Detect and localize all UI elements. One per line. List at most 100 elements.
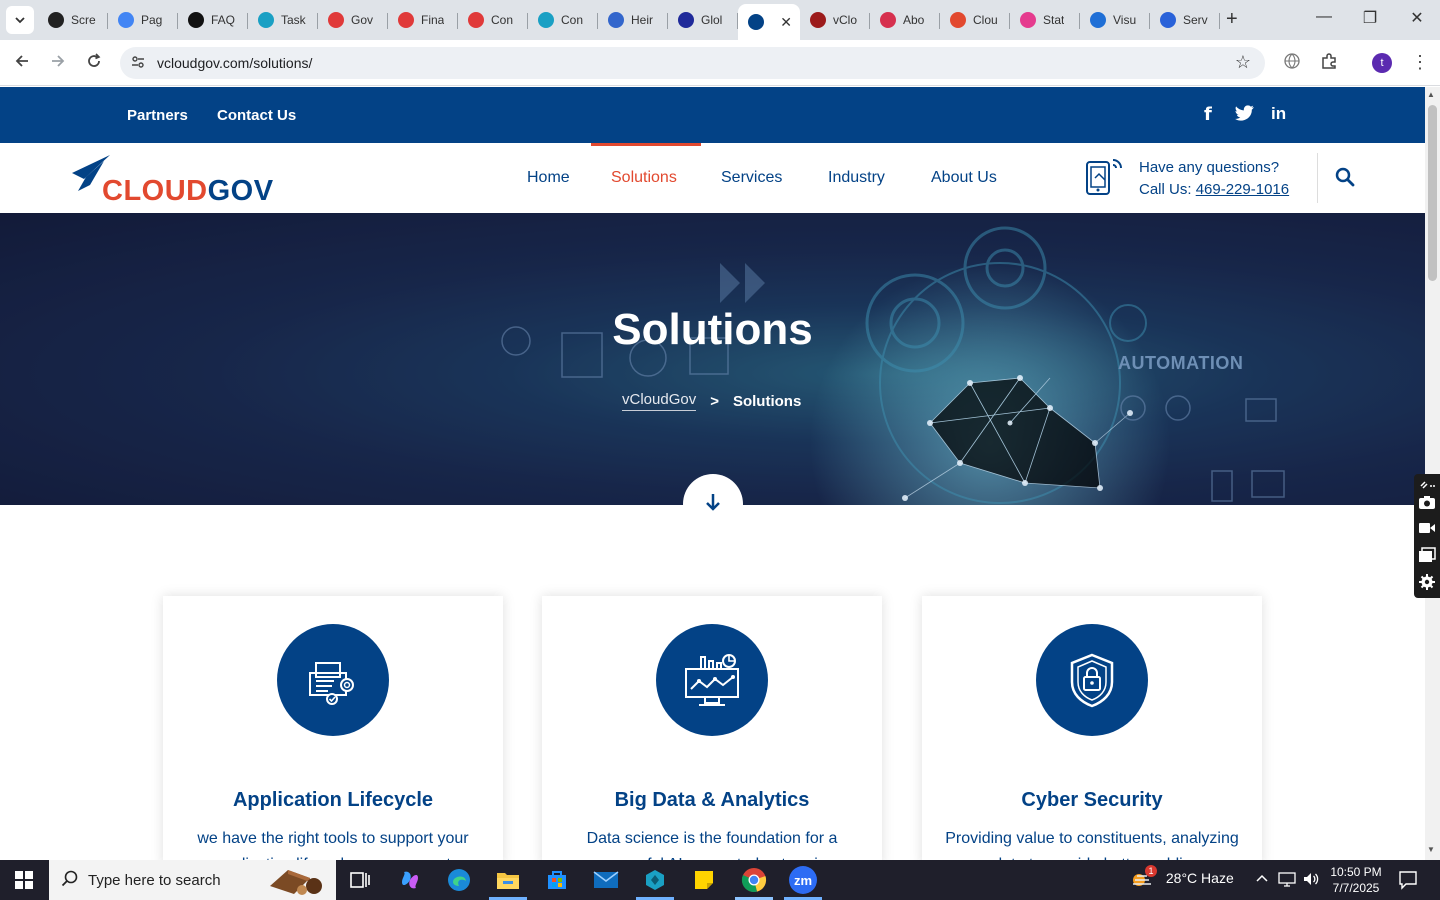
browser-tab[interactable]: Pag [108,4,178,36]
nav-services[interactable]: Services [721,169,782,187]
video-icon[interactable] [1418,520,1436,536]
sticky-notes-icon[interactable] [690,866,718,894]
tab-favicon-icon [748,14,764,30]
tab-favicon-icon [538,12,554,28]
browser-tab[interactable]: vClo [800,4,870,36]
card-title: Big Data & Analytics [614,789,810,811]
browser-tab[interactable]: Con [458,4,528,36]
zoom-app-icon[interactable]: zm [789,866,817,894]
solution-card-cyber-security[interactable]: Cyber Security Providing value to consti… [922,596,1262,873]
search-icon[interactable] [1335,167,1355,187]
twitter-icon[interactable] [1235,104,1255,127]
nav-solutions[interactable]: Solutions [611,169,677,187]
nav-home[interactable]: Home [527,169,570,187]
clock-time: 10:50 PM [1330,865,1382,879]
browser-tab[interactable]: Gov [318,4,388,36]
start-button[interactable] [0,860,48,900]
new-tab-button[interactable]: + [1226,8,1238,31]
system-clock[interactable]: 10:50 PM 7/7/2025 [1330,864,1382,896]
link-icon[interactable] [1418,478,1436,494]
card-title: Application Lifecycle [232,789,434,811]
microsoft-store-icon[interactable] [543,866,571,894]
tab-strip: Scre Pag FAQ Task Gov Fina Con Con Heir Glol ✕ vClo… [0,0,1440,40]
tab-label: Fina [421,13,445,27]
gear-icon[interactable] [1418,574,1436,590]
partners-link[interactable]: Partners [127,107,188,124]
file-explorer-icon[interactable] [494,866,522,894]
browser-tab[interactable]: Stat [1010,4,1080,36]
scroll-down-arrow[interactable]: ▼ [1427,845,1435,854]
browser-tab[interactable]: Task [248,4,318,36]
window-capture-icon[interactable] [1418,547,1436,563]
weather-widget[interactable]: 1 28°C Haze [1131,865,1234,887]
solution-card-application-lifecycle[interactable]: Application Lifecycle we have the right … [163,596,503,873]
tab-favicon-icon [1090,12,1106,28]
scroll-down-button[interactable] [683,474,743,534]
translate-icon[interactable] [1283,52,1301,75]
contact-us-link[interactable]: Contact Us [217,107,296,124]
site-info-icon[interactable] [130,54,146,73]
breadcrumb-home-link[interactable]: vCloudGov [622,391,697,411]
network-icon[interactable] [1278,871,1296,890]
clock-date: 7/7/2025 [1332,881,1380,895]
hero-banner: AUTOMATION Solutions vCloudGov > Solutio… [0,213,1425,505]
browser-tab[interactable]: Heir [598,4,668,36]
browser-tab[interactable]: Con [528,4,598,36]
browser-toolbar: vcloudgov.com/solutions/ ☆ t ⋮ [0,40,1440,86]
scroll-thumb[interactable] [1428,105,1437,281]
mail-icon[interactable] [592,866,620,894]
chevron-up-icon[interactable] [1255,871,1269,888]
nav-industry[interactable]: Industry [828,169,885,187]
browser-tab[interactable]: FAQ [178,4,248,36]
tab-favicon-icon [398,12,414,28]
tab-label: Abo [903,13,925,27]
volume-icon[interactable] [1302,871,1320,890]
camera-icon[interactable] [1418,494,1436,510]
linkedin-icon[interactable]: in [1271,104,1286,124]
back-button[interactable] [13,52,31,75]
bookmark-star-icon[interactable]: ☆ [1235,52,1251,73]
minimize-button[interactable]: — [1301,8,1347,26]
browser-tab[interactable]: Visu [1080,4,1150,36]
browser-tab[interactable]: Fina [388,4,458,36]
task-view-icon[interactable] [346,866,374,894]
solution-card-big-data[interactable]: Big Data & Analytics Data science is the… [542,596,882,873]
tab-label: Visu [1113,13,1137,27]
url-text[interactable]: vcloudgov.com/solutions/ [157,55,312,71]
tab-label: Task [281,13,306,27]
reload-button[interactable] [85,52,103,75]
arrow-left-icon [15,55,28,67]
scroll-up-arrow[interactable]: ▲ [1427,90,1435,99]
nav-about-us[interactable]: About Us [931,169,997,187]
browser-menu-icon[interactable]: ⋮ [1411,52,1429,73]
close-window-button[interactable]: ✕ [1394,8,1440,28]
notification-icon[interactable] [1398,870,1418,895]
breadcrumb-separator: > [710,392,719,410]
tab-favicon-icon [810,12,826,28]
dev-tool-icon[interactable] [641,866,669,894]
maximize-button[interactable]: ❐ [1347,8,1393,28]
browser-tab[interactable]: Scre [38,4,108,36]
forward-button[interactable] [49,52,67,75]
extensions-icon[interactable] [1320,52,1338,75]
profile-avatar[interactable]: t [1372,53,1392,73]
tab-search-button[interactable] [6,6,34,34]
arrow-right-icon [52,55,65,67]
address-bar[interactable]: vcloudgov.com/solutions/ ☆ [120,47,1265,79]
chrome-browser-icon[interactable] [740,866,768,894]
browser-tab[interactable]: Serv [1150,4,1220,36]
browser-tab-active[interactable]: ✕ [738,4,800,40]
taskbar-search-placeholder: Type here to search [88,872,221,889]
tab-close-icon[interactable]: ✕ [780,14,792,31]
tab-favicon-icon [1020,12,1036,28]
phone-number-link[interactable]: 469-229-1016 [1196,181,1289,198]
browser-tab[interactable]: Clou [940,4,1010,36]
facebook-icon[interactable]: f [1204,104,1212,125]
browser-tab[interactable]: Abo [870,4,940,36]
browser-tab[interactable]: Glol [668,4,738,36]
logo-wordmark: CLOUDGOV [102,175,274,207]
edge-browser-icon[interactable] [445,866,473,894]
copilot-icon[interactable] [396,866,424,894]
card-icon-circle [1036,624,1148,736]
tab-favicon-icon [608,12,624,28]
